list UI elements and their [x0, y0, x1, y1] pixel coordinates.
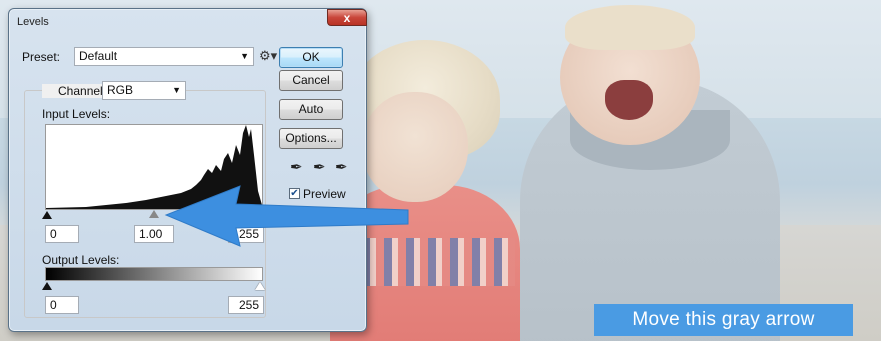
input-white-slider[interactable]	[255, 211, 265, 219]
close-button[interactable]: x	[327, 9, 367, 26]
black-eyedropper-icon[interactable]: ✒	[290, 158, 303, 176]
dialog-titlebar[interactable]: Levels x	[9, 9, 367, 35]
input-levels-label: Input Levels:	[42, 107, 111, 121]
preview-label: Preview	[303, 187, 346, 201]
chevron-down-icon: ▼	[240, 51, 249, 61]
output-white-field[interactable]: 255	[228, 296, 264, 314]
cancel-button[interactable]: Cancel	[279, 70, 343, 91]
channel-label: Channel:	[42, 84, 111, 98]
white-eyedropper-icon[interactable]: ✒	[335, 158, 348, 176]
channel-dropdown[interactable]: RGB ▼	[102, 81, 186, 100]
preview-checkbox[interactable]: ✔	[289, 188, 300, 199]
girl-face	[362, 92, 468, 202]
histogram	[45, 124, 263, 210]
channel-value: RGB	[107, 83, 134, 97]
input-black-slider[interactable]	[42, 211, 52, 219]
histogram-graph	[46, 125, 262, 209]
input-gamma-field[interactable]: 1.00	[134, 225, 174, 243]
preset-dropdown[interactable]: Default ▼	[74, 47, 254, 66]
dialog-title: Levels	[17, 16, 49, 28]
auto-button[interactable]: Auto	[279, 99, 343, 120]
gear-icon[interactable]: ⚙▾	[259, 48, 277, 64]
preset-label: Preset:	[22, 50, 61, 64]
output-black-slider[interactable]	[42, 282, 52, 290]
boy-hair	[565, 5, 695, 50]
input-white-field[interactable]: 255	[228, 225, 264, 243]
gray-eyedropper-icon[interactable]: ✒	[313, 158, 326, 176]
options-button[interactable]: Options...	[279, 128, 343, 149]
output-white-slider[interactable]	[255, 282, 265, 290]
input-black-field[interactable]: 0	[45, 225, 79, 243]
output-gradient-bar	[45, 267, 263, 281]
output-levels-label: Output Levels:	[42, 253, 120, 267]
boy-mouth	[605, 80, 653, 120]
output-black-field[interactable]: 0	[45, 296, 79, 314]
preset-value: Default	[79, 49, 118, 63]
input-gamma-slider[interactable]	[149, 210, 159, 218]
ok-button[interactable]: OK	[279, 47, 343, 68]
chevron-down-icon: ▼	[172, 85, 181, 95]
caption-label: Move this gray arrow	[594, 304, 853, 336]
